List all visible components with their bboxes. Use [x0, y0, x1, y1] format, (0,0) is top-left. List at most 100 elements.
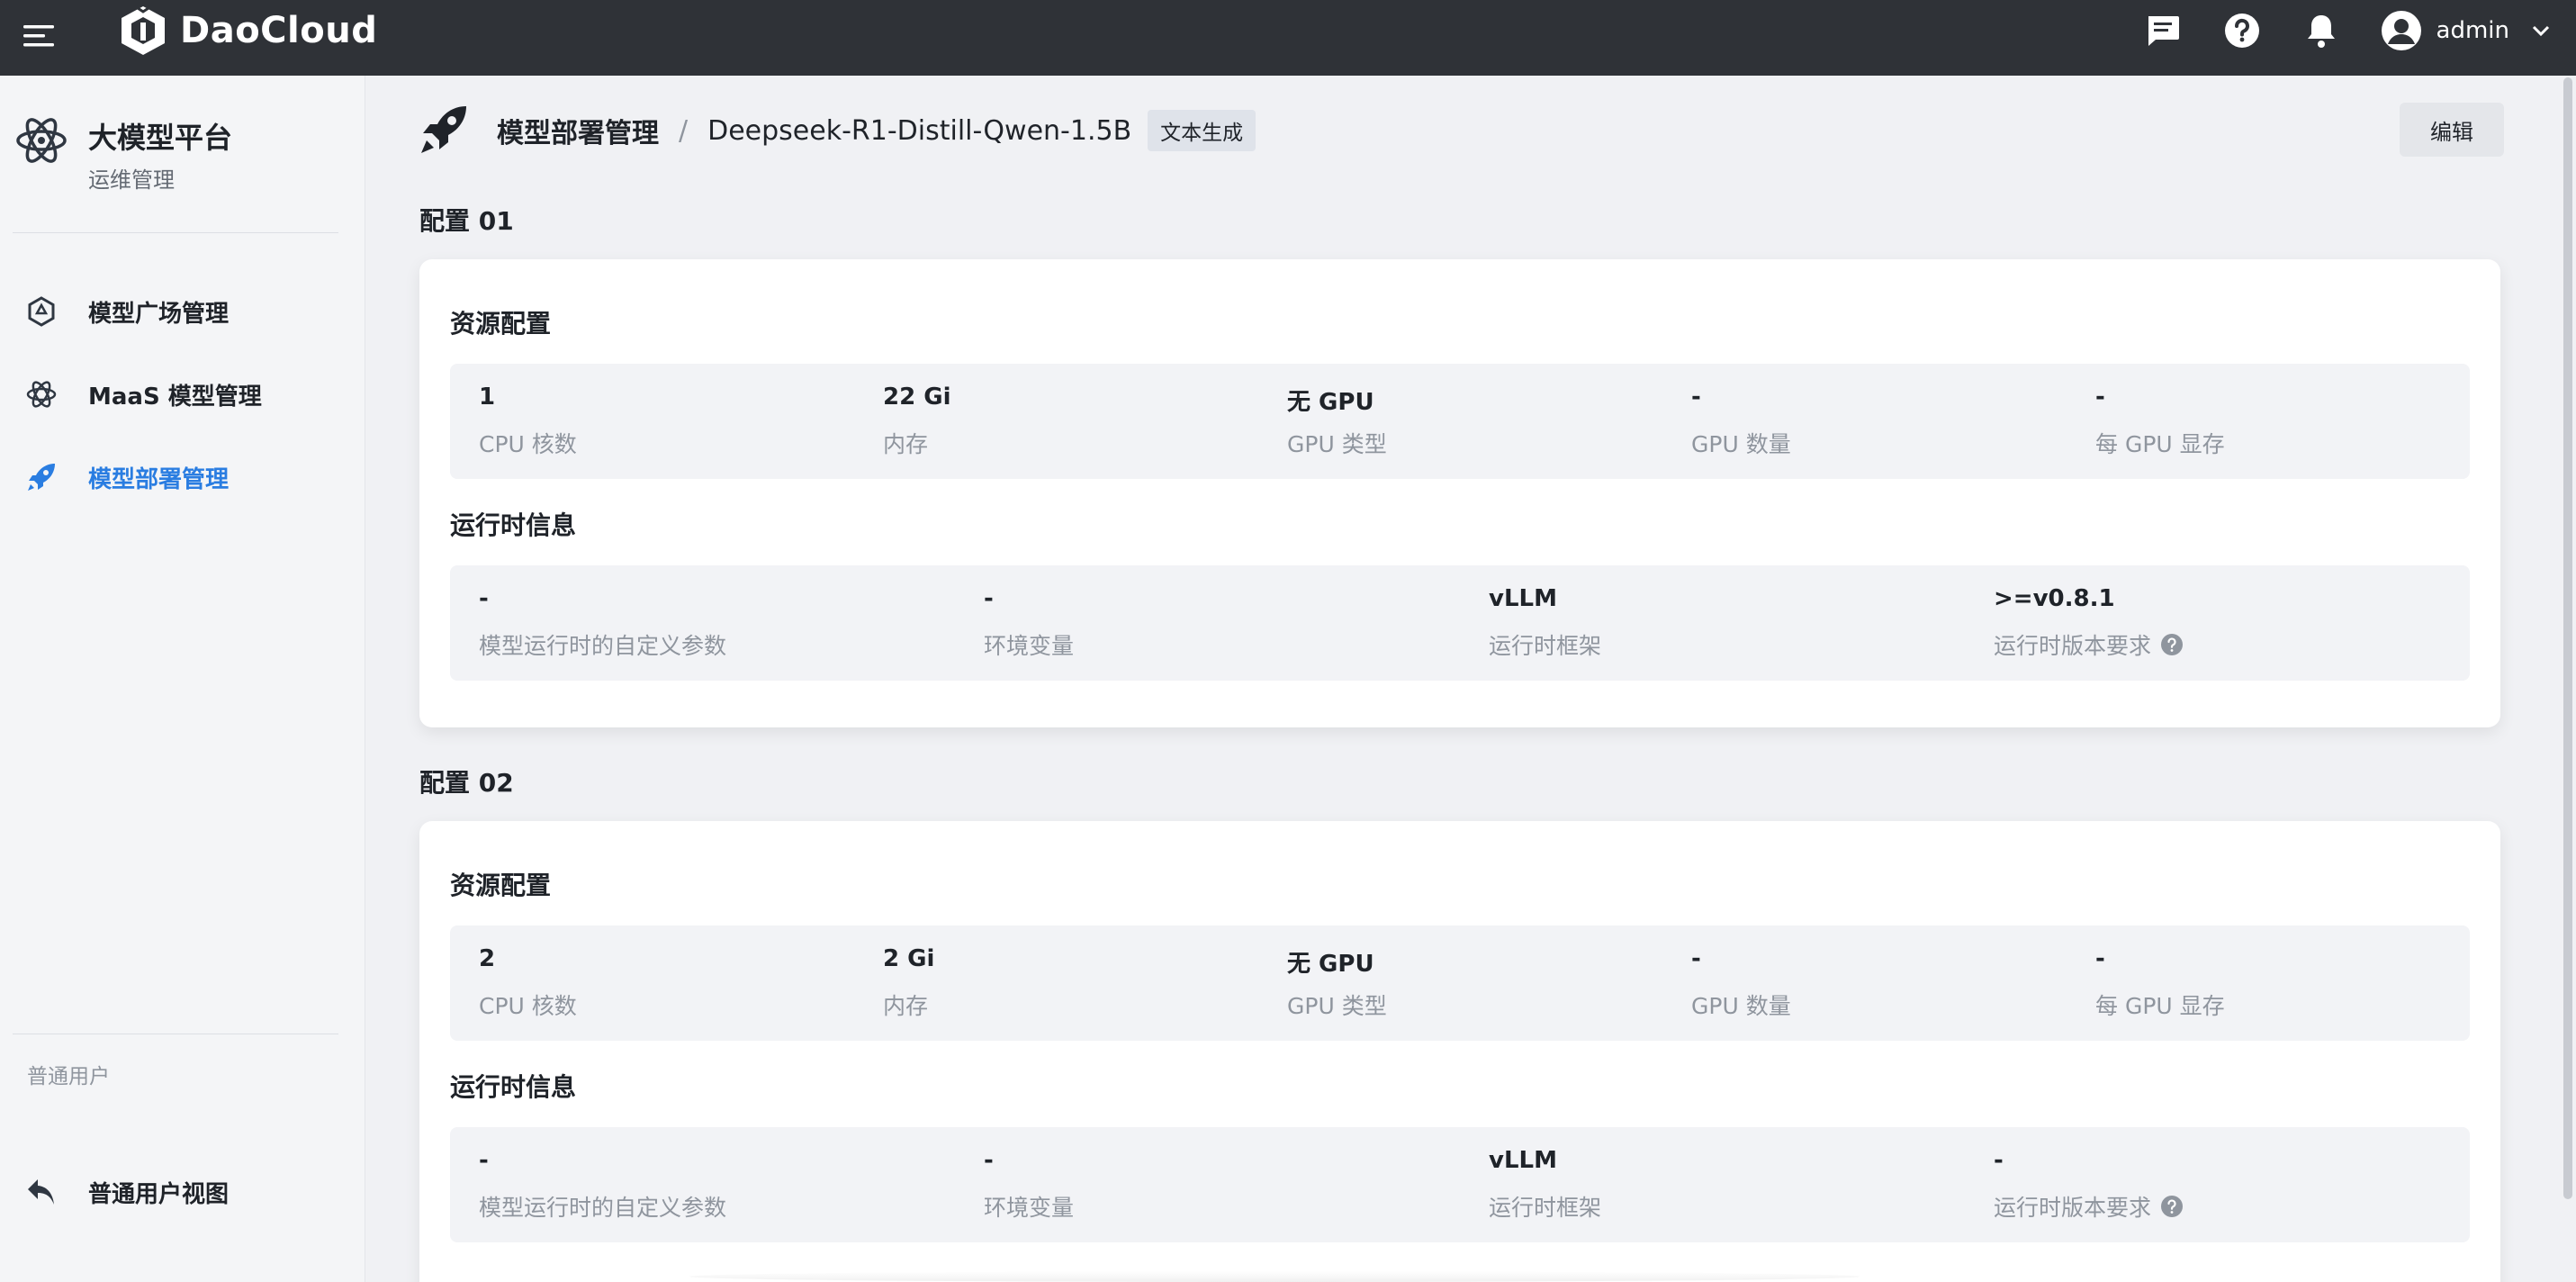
scroll-shadow — [689, 1271, 1860, 1282]
user-menu[interactable]: admin — [2381, 10, 2553, 51]
cpu-cores-value: 2 — [479, 945, 496, 972]
sidebar-header: 大模型平台 运维管理 — [14, 112, 356, 193]
question-circle-icon[interactable] — [2160, 633, 2184, 656]
cpu-cores-label: CPU 核数 — [479, 431, 577, 457]
custom-params-value: - — [479, 585, 489, 612]
gpu-type-cell: 无 GPU GPU 类型 — [1287, 945, 1387, 1021]
edit-button[interactable]: 编辑 — [2400, 103, 2504, 157]
runtime-framework-cell: vLLM 运行时框架 — [1489, 585, 1601, 661]
sidebar-section-label: 普通用户 — [27, 1065, 110, 1088]
memory-value: 2 Gi — [883, 945, 935, 972]
gpu-memory-cell: - 每 GPU 显存 — [2095, 384, 2225, 459]
config-title: 配置 01 — [419, 206, 514, 236]
env-vars-value: - — [984, 1147, 994, 1174]
custom-params-value: - — [479, 1147, 489, 1174]
bell-icon[interactable] — [2301, 11, 2341, 50]
runtime-framework-label: 运行时框架 — [1489, 1195, 1602, 1221]
back-arrow-icon — [28, 1179, 54, 1205]
cpu-cores-cell: 2 CPU 核数 — [479, 945, 577, 1021]
question-circle-icon[interactable] — [2160, 1195, 2184, 1218]
sidebar: 大模型平台 运维管理 模型广场管理 MaaS 模型管理 模型部署管理 普通用户 … — [0, 76, 365, 1282]
gpu-count-cell: - GPU 数量 — [1691, 384, 1791, 459]
runtime-info-box: - 模型运行时的自定义参数 - 环境变量 vLLM 运行时框架 >=v0.8.1… — [450, 565, 2470, 681]
vertical-scrollbar[interactable] — [2563, 77, 2572, 1199]
cpu-cores-cell: 1 CPU 核数 — [479, 384, 577, 459]
resource-info-box: 1 CPU 核数 22 Gi 内存 无 GPU GPU 类型 - GPU 数量 … — [450, 364, 2470, 479]
sidebar-item-label: MaaS 模型管理 — [88, 383, 262, 411]
gpu-memory-value: - — [2095, 945, 2105, 972]
custom-params-label: 模型运行时的自定义参数 — [479, 1195, 727, 1221]
runtime-framework-cell: vLLM 运行时框架 — [1489, 1147, 1601, 1223]
gpu-type-label: GPU 类型 — [1287, 431, 1387, 457]
resource-section-title: 资源配置 — [450, 871, 552, 900]
main-content: 模型部署管理 / Deepseek-R1-Distill-Qwen-1.5B 文… — [365, 76, 2558, 1282]
memory-cell: 2 Gi 内存 — [883, 945, 934, 1021]
runtime-version-cell: >=v0.8.1 运行时版本要求 — [1994, 585, 2184, 661]
config-card: 资源配置 1 CPU 核数 22 Gi 内存 无 GPU GPU 类型 - GP… — [419, 259, 2500, 727]
runtime-version-value: >=v0.8.1 — [1994, 585, 2115, 612]
runtime-version-label: 运行时版本要求 — [1994, 1195, 2152, 1221]
breadcrumb-parent[interactable]: 模型部署管理 — [497, 111, 659, 150]
runtime-info-box: - 模型运行时的自定义参数 - 环境变量 vLLM 运行时框架 - 运行时版本要… — [450, 1127, 2470, 1242]
sidebar-item-label: 模型广场管理 — [88, 300, 230, 328]
gpu-type-value: 无 GPU — [1287, 951, 1374, 978]
platform-title: 大模型平台 — [88, 121, 233, 155]
sidebar-item-deployment[interactable]: 模型部署管理 — [0, 441, 365, 513]
env-vars-label: 环境变量 — [984, 633, 1075, 659]
rocket-icon — [421, 106, 466, 153]
sidebar-divider — [13, 232, 338, 233]
top-bar: DaoCloud admin — [0, 0, 2576, 76]
gpu-memory-value: - — [2095, 384, 2105, 411]
custom-params-cell: - 模型运行时的自定义参数 — [479, 585, 726, 661]
runtime-framework-label: 运行时框架 — [1489, 633, 1602, 659]
runtime-version-label-row: 运行时版本要求 — [1994, 628, 2184, 661]
sidebar-item-label: 模型部署管理 — [88, 465, 230, 493]
config-card: 资源配置 2 CPU 核数 2 Gi 内存 无 GPU GPU 类型 - GPU… — [419, 821, 2500, 1282]
sidebar-item-user-view[interactable]: 普通用户视图 — [0, 1156, 365, 1228]
daocloud-logo-icon — [122, 5, 165, 55]
chevron-down-icon — [2532, 25, 2550, 37]
avatar-icon — [2381, 11, 2421, 50]
rocket-icon — [28, 464, 55, 491]
runtime-version-value: - — [1994, 1147, 2004, 1174]
gpu-count-cell: - GPU 数量 — [1691, 945, 1791, 1021]
config-title: 配置 02 — [419, 768, 514, 798]
runtime-version-cell: - 运行时版本要求 — [1994, 1147, 2184, 1223]
brand-name: DaoCloud — [180, 10, 378, 51]
message-icon[interactable] — [2143, 11, 2183, 50]
custom-params-cell: - 模型运行时的自定义参数 — [479, 1147, 726, 1223]
runtime-framework-value: vLLM — [1489, 585, 1557, 612]
sidebar-item-model-square[interactable]: 模型广场管理 — [0, 275, 365, 348]
menu-icon[interactable] — [23, 18, 59, 54]
hexagon-icon — [28, 296, 55, 327]
runtime-section-title: 运行时信息 — [450, 510, 577, 540]
memory-label: 内存 — [883, 431, 929, 457]
help-icon[interactable] — [2222, 11, 2262, 50]
env-vars-cell: - 环境变量 — [984, 585, 1074, 661]
gpu-count-label: GPU 数量 — [1691, 431, 1791, 457]
sidebar-item-label: 普通用户视图 — [88, 1180, 230, 1208]
resource-info-box: 2 CPU 核数 2 Gi 内存 无 GPU GPU 类型 - GPU 数量 -… — [450, 925, 2470, 1041]
gpu-count-value: - — [1691, 384, 1701, 411]
gpu-memory-label: 每 GPU 显存 — [2095, 993, 2225, 1019]
gpu-count-value: - — [1691, 945, 1701, 972]
env-vars-label: 环境变量 — [984, 1195, 1075, 1221]
atom-logo-icon — [16, 118, 67, 163]
gpu-type-cell: 无 GPU GPU 类型 — [1287, 384, 1387, 459]
memory-value: 22 Gi — [883, 384, 951, 411]
runtime-framework-value: vLLM — [1489, 1147, 1557, 1174]
platform-subtitle: 运维管理 — [88, 167, 175, 193]
memory-label: 内存 — [883, 993, 929, 1019]
atom-icon — [26, 381, 57, 408]
brand[interactable]: DaoCloud — [119, 2, 377, 59]
resource-section-title: 资源配置 — [450, 309, 552, 339]
runtime-version-label: 运行时版本要求 — [1994, 633, 2152, 659]
page-header: 模型部署管理 / Deepseek-R1-Distill-Qwen-1.5B 文… — [416, 103, 2504, 175]
top-right-actions: admin — [2103, 0, 2553, 61]
runtime-version-label-row: 运行时版本要求 — [1994, 1190, 2184, 1223]
breadcrumb-current: Deepseek-R1-Distill-Qwen-1.5B — [707, 114, 1132, 147]
sidebar-item-maas[interactable]: MaaS 模型管理 — [0, 358, 365, 430]
gpu-type-label: GPU 类型 — [1287, 993, 1387, 1019]
env-vars-value: - — [984, 585, 994, 612]
gpu-type-value: 无 GPU — [1287, 389, 1374, 416]
